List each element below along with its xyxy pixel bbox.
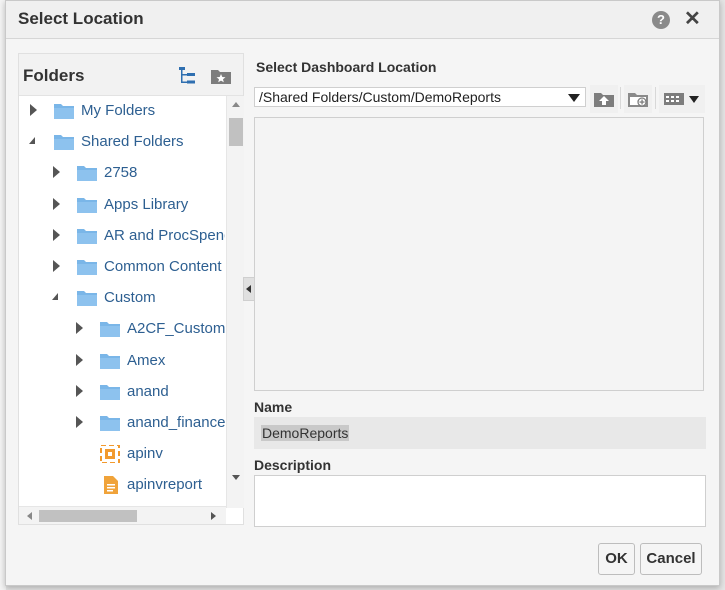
tree-item-label[interactable]: My Folders bbox=[81, 102, 155, 119]
folder-icon bbox=[76, 196, 98, 213]
expand-right-icon[interactable] bbox=[53, 228, 60, 241]
tree-item-label[interactable]: apinv bbox=[127, 445, 163, 462]
scroll-right-icon[interactable] bbox=[211, 512, 216, 520]
dashboard-icon bbox=[99, 444, 121, 465]
tree-item-label[interactable]: AR and ProcSpend bbox=[104, 227, 225, 244]
tree-item-label[interactable]: anand bbox=[127, 383, 169, 400]
folder-contents-list[interactable] bbox=[254, 117, 704, 391]
dropdown-arrow-icon bbox=[568, 94, 580, 102]
description-input[interactable] bbox=[254, 475, 706, 527]
expand-down-icon[interactable] bbox=[29, 137, 35, 145]
folder-up-button[interactable] bbox=[590, 85, 618, 113]
view-options-button[interactable] bbox=[659, 85, 705, 113]
dialog-title: Select Location bbox=[18, 9, 144, 28]
favorite-folder-icon[interactable] bbox=[210, 67, 232, 85]
folder-icon bbox=[76, 227, 98, 244]
location-path-value: /Shared Folders/Custom/DemoReports bbox=[259, 89, 501, 105]
scroll-down-icon[interactable] bbox=[232, 475, 240, 480]
expand-right-icon[interactable] bbox=[76, 322, 83, 335]
folder-icon bbox=[53, 102, 75, 119]
tree-item[interactable]: Custom bbox=[19, 283, 225, 311]
tree-item-label[interactable]: Amex bbox=[127, 352, 165, 369]
new-folder-button[interactable] bbox=[624, 85, 652, 113]
folder-up-icon bbox=[594, 93, 614, 107]
name-label: Name bbox=[254, 399, 293, 415]
expand-right-icon[interactable] bbox=[76, 384, 83, 397]
help-icon[interactable]: ? bbox=[652, 11, 670, 29]
chevron-down-icon bbox=[689, 96, 699, 103]
tree-vertical-scrollbar[interactable] bbox=[226, 96, 244, 508]
ok-button[interactable]: OK bbox=[598, 543, 635, 575]
tree-item-label[interactable]: anand_finance bbox=[127, 414, 225, 431]
expand-right-icon[interactable] bbox=[53, 197, 60, 210]
dialog-titlebar: Select Location ? ✕ bbox=[6, 1, 719, 39]
name-input[interactable]: DemoReports bbox=[254, 417, 706, 449]
tree-item[interactable]: apinv bbox=[19, 439, 225, 467]
tree-item-label[interactable]: A2CF_Custom bbox=[127, 320, 225, 337]
location-label: Select Dashboard Location bbox=[256, 59, 437, 75]
toolbar-separator bbox=[620, 87, 621, 109]
tree-horizontal-scrollbar[interactable] bbox=[19, 506, 226, 524]
expand-right-icon[interactable] bbox=[76, 353, 83, 366]
select-location-dialog: Select Location ? ✕ Folders My Folders Sh… bbox=[5, 0, 720, 586]
tree-item-label[interactable]: apinvreport bbox=[127, 476, 202, 493]
tree-item[interactable]: Shared Folders bbox=[19, 127, 225, 155]
cancel-button[interactable]: Cancel bbox=[640, 543, 702, 575]
tree-item[interactable]: AR and ProcSpend bbox=[19, 221, 225, 249]
hierarchy-tree-icon[interactable] bbox=[178, 66, 196, 86]
folders-title: Folders bbox=[23, 66, 85, 85]
expand-down-icon[interactable] bbox=[52, 293, 58, 301]
name-input-value: DemoReports bbox=[261, 425, 350, 441]
tree-item[interactable]: A2CF_Custom bbox=[19, 314, 225, 342]
tree-item[interactable]: Amex bbox=[19, 346, 225, 374]
tree-item-label[interactable]: Common Content bbox=[104, 258, 222, 275]
expand-right-icon[interactable] bbox=[53, 166, 60, 179]
folder-icon bbox=[76, 258, 98, 275]
location-path-select[interactable]: /Shared Folders/Custom/DemoReports bbox=[254, 87, 586, 107]
folder-icon bbox=[99, 383, 121, 400]
tree-item-label[interactable]: Shared Folders bbox=[81, 133, 184, 150]
new-folder-icon bbox=[628, 93, 648, 107]
report-icon bbox=[99, 476, 121, 495]
scroll-thumb[interactable] bbox=[229, 118, 243, 146]
scroll-up-icon[interactable] bbox=[232, 102, 240, 107]
folder-icon bbox=[53, 133, 75, 151]
tree-item-label[interactable]: Apps Library bbox=[104, 196, 188, 213]
folders-panel: Folders My Folders Shared Folders 2758 Apps… bbox=[18, 53, 244, 525]
expand-right-icon[interactable] bbox=[30, 104, 37, 116]
expand-right-icon[interactable] bbox=[76, 416, 83, 428]
folder-icon bbox=[99, 352, 121, 369]
tree-item-label[interactable]: 2758 bbox=[104, 164, 137, 181]
collapse-left-icon bbox=[246, 285, 251, 293]
scroll-thumb-horizontal[interactable] bbox=[39, 510, 137, 522]
folder-tree: My Folders Shared Folders 2758 Apps Library… bbox=[19, 96, 225, 508]
expand-right-icon[interactable] bbox=[53, 260, 60, 272]
toolbar-separator bbox=[655, 87, 656, 109]
tree-item[interactable]: My Folders bbox=[19, 96, 225, 124]
tree-item-label[interactable]: Custom bbox=[104, 289, 156, 306]
tree-item[interactable]: anand bbox=[19, 377, 225, 405]
view-options-icon bbox=[664, 93, 684, 105]
description-label: Description bbox=[254, 457, 332, 473]
tree-item[interactable]: anand_finance bbox=[19, 408, 225, 436]
folder-icon bbox=[76, 289, 98, 307]
folder-icon bbox=[99, 320, 121, 338]
tree-item[interactable]: 2758 bbox=[19, 158, 225, 186]
folders-header: Folders bbox=[19, 54, 243, 96]
tree-item[interactable]: Apps Library bbox=[19, 190, 225, 218]
folder-icon bbox=[76, 164, 98, 182]
close-icon[interactable]: ✕ bbox=[684, 7, 701, 31]
folder-icon bbox=[99, 414, 121, 431]
scroll-left-icon[interactable] bbox=[27, 512, 32, 520]
tree-item[interactable]: Common Content bbox=[19, 252, 225, 280]
tree-item[interactable]: apinvreport bbox=[19, 470, 225, 498]
